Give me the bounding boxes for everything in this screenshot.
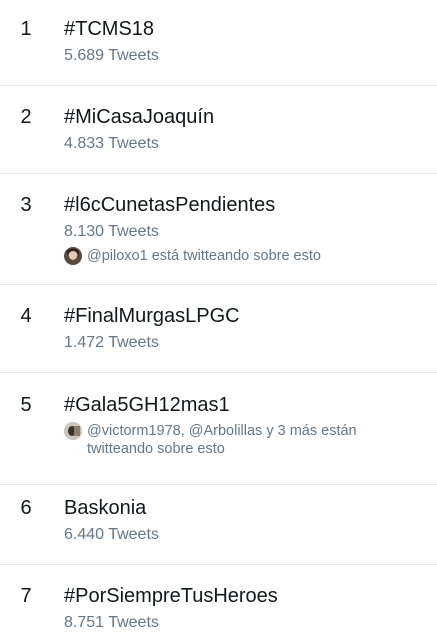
trend-name: #l6cCunetasPendientes — [64, 194, 276, 216]
trend-rank: 1 — [20, 18, 32, 40]
trend-item-1[interactable]: 1 #TCMS18 5.689 Tweets — [0, 0, 437, 85]
trend-social-context: @piloxo1 está twitteando sobre esto — [64, 247, 419, 265]
user-avatar-icon[interactable] — [64, 247, 82, 265]
trend-name: #Gala5GH12mas1 — [64, 394, 230, 416]
trend-tweet-count: 4.833 Tweets — [64, 135, 159, 152]
trend-social-context: @victorm1978, @Arbolillas y 3 más están … — [64, 422, 419, 458]
trend-name: Baskonia — [64, 497, 147, 519]
trend-rank: 4 — [20, 305, 32, 327]
trend-name: #PorSiempreTusHeroes — [64, 585, 278, 607]
trend-tweet-count: 5.689 Tweets — [64, 47, 159, 64]
trend-tweet-count: 6.440 Tweets — [64, 526, 159, 543]
trend-rank: 3 — [20, 194, 32, 216]
trend-rank: 7 — [20, 585, 32, 607]
trend-tweet-count: 8.751 Tweets — [64, 614, 159, 631]
trend-context-text: @victorm1978, @Arbolillas y 3 más están — [87, 423, 357, 439]
trend-name: #TCMS18 — [64, 18, 155, 40]
user-avatar-icon[interactable] — [64, 422, 82, 440]
trend-rank: 2 — [20, 106, 32, 128]
trend-name: #FinalMurgasLPGC — [64, 305, 240, 327]
trend-rank: 6 — [20, 497, 32, 519]
trend-context-text: twitteando sobre esto — [87, 441, 225, 457]
trend-name: #MiCasaJoaquín — [64, 106, 215, 128]
trend-item-7[interactable]: 7 #PorSiempreTusHeroes 8.751 Tweets — [0, 565, 437, 640]
trend-item-6[interactable]: 6 Baskonia 6.440 Tweets — [0, 485, 437, 564]
trend-item-5[interactable]: 5 #Gala5GH12mas1 @victorm1978, @Arbolill… — [0, 373, 437, 484]
trend-tweet-count: 8.130 Tweets — [64, 223, 159, 240]
trend-item-4[interactable]: 4 #FinalMurgasLPGC 1.472 Tweets — [0, 285, 437, 372]
trend-rank: 5 — [20, 394, 32, 416]
trend-item-3[interactable]: 3 #l6cCunetasPendientes 8.130 Tweets @pi… — [0, 174, 437, 284]
trend-context-text: @piloxo1 está twitteando sobre esto — [87, 248, 321, 264]
trend-item-2[interactable]: 2 #MiCasaJoaquín 4.833 Tweets — [0, 86, 437, 173]
trends-list: 1 #TCMS18 5.689 Tweets 2 #MiCasaJoaquín … — [0, 0, 437, 640]
trend-tweet-count: 1.472 Tweets — [64, 334, 159, 351]
